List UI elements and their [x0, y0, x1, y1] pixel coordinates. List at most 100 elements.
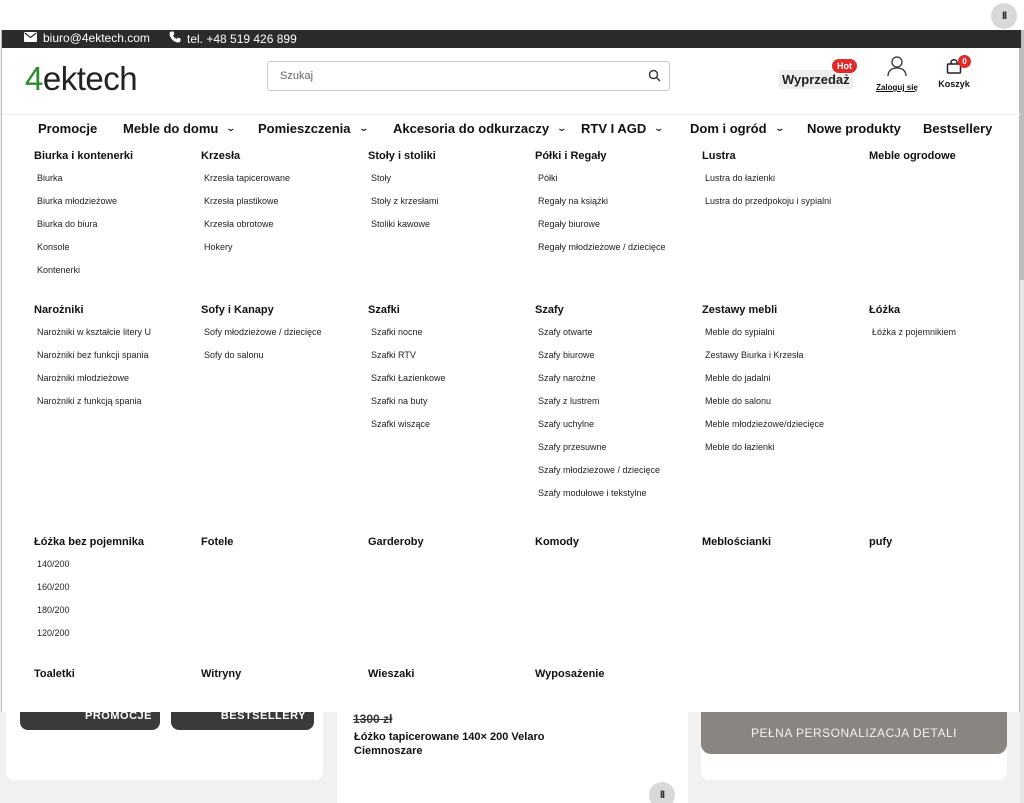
menu-subcategory-link[interactable]: Szafy uchylne	[538, 419, 695, 442]
menu-subcategory-link[interactable]: 180/200	[37, 605, 194, 628]
search-icon[interactable]	[648, 69, 661, 87]
menu-subcategory-link[interactable]: Szafki na buty	[371, 396, 528, 419]
menu-subcategory-list: Meble do sypialni Zestawy Biurka i Krzesł…	[702, 327, 862, 465]
menu-subcategory-link[interactable]: Krzesła obrotowe	[204, 219, 361, 242]
menu-category-heading[interactable]: Sofy i Kanapy	[201, 304, 361, 327]
menu-subcategory-link[interactable]: Lustra do łazienki	[705, 173, 862, 196]
nav-item-pomieszczenia[interactable]: Pomieszczenia ⌄	[258, 121, 369, 136]
menu-subcategory-link[interactable]: Szafy modułowe i tekstylne	[538, 488, 695, 511]
menu-category-heading[interactable]: Łóżka	[869, 304, 1024, 327]
menu-column: Komody	[535, 536, 695, 559]
menu-subcategory-link[interactable]: Regały młodzieżowe / dziecięce	[538, 242, 695, 265]
menu-column: Toaletki	[34, 668, 194, 691]
menu-subcategory-link[interactable]: Szafki wiszące	[371, 419, 528, 442]
nav-item-meble-do-domu[interactable]: Meble do domu ⌄	[123, 121, 236, 136]
menu-column: Wieszaki	[368, 668, 528, 691]
product-name[interactable]: Łóżko tapicerowane 140× 200 Velaro Ciemn…	[354, 730, 614, 758]
menu-subcategory-link[interactable]: Konsole	[37, 242, 194, 265]
menu-category-heading[interactable]: Narożniki	[34, 304, 194, 327]
menu-category-heading[interactable]: Witryny	[201, 668, 361, 691]
menu-column: Witryny	[201, 668, 361, 691]
menu-subcategory-link[interactable]: Regały na książki	[538, 196, 695, 219]
menu-subcategory-link[interactable]: Biurka	[37, 173, 194, 196]
nav-item-rtv-agd[interactable]: RTV I AGD ⌄	[581, 121, 664, 136]
menu-category-heading[interactable]: Garderoby	[368, 536, 528, 559]
menu-category-heading[interactable]: Wieszaki	[368, 668, 528, 691]
menu-category-heading[interactable]: Krzesła	[201, 150, 361, 173]
contact-bar: biuro@4ektech.com tel. +48 519 426 899	[2, 30, 1021, 48]
nav-item-promocje[interactable]: Promocje	[38, 121, 97, 136]
menu-subcategory-link[interactable]: Regały biurowe	[538, 219, 695, 242]
nav-item-akcesoria[interactable]: Akcesoria do odkurzaczy ⌄	[393, 121, 567, 136]
menu-category-heading[interactable]: pufy	[869, 536, 1024, 559]
menu-category-heading[interactable]: Wyposażenie	[535, 668, 695, 691]
menu-subcategory-link[interactable]: Kontenerki	[37, 265, 194, 288]
nav-label: Bestsellery	[923, 121, 993, 136]
site-logo[interactable]: 4ektech	[25, 60, 138, 98]
menu-category-heading[interactable]: Szafki	[368, 304, 528, 327]
menu-subcategory-link[interactable]: 120/200	[37, 628, 194, 651]
search-input[interactable]	[268, 62, 628, 90]
menu-subcategory-link[interactable]: Stoły	[371, 173, 528, 196]
menu-subcategory-link[interactable]: Szafki RTV	[371, 350, 528, 373]
menu-category-heading[interactable]: Stoły i stoliki	[368, 150, 528, 173]
menu-subcategory-list: Biurka Biurka młodzieżowe Biurka do biura K…	[34, 173, 194, 288]
menu-category-heading[interactable]: Toaletki	[34, 668, 194, 691]
menu-category-heading[interactable]: Zestawy mebli	[702, 304, 862, 327]
menu-subcategory-link[interactable]: Biurka młodzieżowe	[37, 196, 194, 219]
menu-subcategory-link[interactable]: Szafy otwarte	[538, 327, 695, 350]
menu-subcategory-link[interactable]: Meble do sypialni	[705, 327, 862, 350]
menu-subcategory-link[interactable]: Hokery	[204, 242, 361, 265]
menu-category-heading[interactable]: Komody	[535, 536, 695, 559]
menu-subcategory-link[interactable]: 140/200	[37, 559, 194, 582]
menu-subcategory-link[interactable]: Lustra do przedpokoju i sypialni	[705, 196, 862, 219]
menu-category-heading[interactable]: Meblościanki	[702, 536, 862, 559]
menu-subcategory-link[interactable]: Zestawy Biurka i Krzesła	[705, 350, 862, 373]
menu-subcategory-link[interactable]: Szafki nocne	[371, 327, 528, 350]
menu-subcategory-link[interactable]: Szafki Łazienkowe	[371, 373, 528, 396]
menu-subcategory-link[interactable]: Sofy do salonu	[204, 350, 361, 373]
menu-subcategory-link[interactable]: Stoły z krzesłami	[371, 196, 528, 219]
menu-subcategory-link[interactable]: Stoliki kawowe	[371, 219, 528, 242]
menu-subcategory-link[interactable]: Meble do łazienki	[705, 442, 862, 465]
menu-subcategory-link[interactable]: Łóżka z pojemnikiem	[872, 327, 1024, 350]
menu-category-heading[interactable]: Meble ogrodowe	[869, 150, 1024, 173]
cart-link[interactable]: 0 Koszyk	[934, 55, 974, 89]
nav-item-dom-ogrod[interactable]: Dom i ogród ⌄	[690, 121, 785, 136]
email-link[interactable]: biuro@4ektech.com	[24, 31, 150, 45]
menu-subcategory-link[interactable]: Meble do salonu	[705, 396, 862, 419]
menu-subcategory-link[interactable]: Półki	[538, 173, 695, 196]
menu-subcategory-link[interactable]: Krzesła plastikowe	[204, 196, 361, 219]
menu-subcategory-link[interactable]: Meble do jadalni	[705, 373, 862, 396]
menu-subcategory-link[interactable]: Narożniki w kształcie litery U	[37, 327, 194, 350]
menu-subcategory-link[interactable]: Narożniki młodzieżowe	[37, 373, 194, 396]
menu-category-heading[interactable]: Półki i Regały	[535, 150, 695, 173]
pause-button[interactable]: II	[991, 3, 1017, 29]
account-link[interactable]: Zaloguj się	[874, 55, 920, 92]
nav-item-bestsellery[interactable]: Bestsellery	[923, 121, 992, 136]
menu-subcategory-link[interactable]: Szafy młodzieżowe / dziecięce	[538, 465, 695, 488]
menu-category-heading[interactable]: Lustra	[702, 150, 862, 173]
menu-subcategory-link[interactable]: Narożniki bez funkcji spania	[37, 350, 194, 373]
menu-subcategory-link[interactable]: Meble młodzieżowe/dziecięce	[705, 419, 862, 442]
menu-subcategory-link[interactable]: Szafy narożne	[538, 373, 695, 396]
menu-column: Narożniki Narożniki w kształcie litery UN…	[34, 304, 194, 419]
menu-subcategory-link[interactable]: Szafy przesuwne	[538, 442, 695, 465]
menu-subcategory-link[interactable]: Biurka do biura	[37, 219, 194, 242]
nav-item-nowe-produkty[interactable]: Nowe produkty	[807, 121, 901, 136]
carousel-pause-button[interactable]: II	[649, 782, 675, 803]
menu-subcategory-link[interactable]: Krzesła tapicerowane	[204, 173, 361, 196]
menu-subcategory-link[interactable]: Narożniki z funkcją spania	[37, 396, 194, 419]
menu-subcategory-link[interactable]: Szafy biurowe	[538, 350, 695, 373]
menu-subcategory-link[interactable]: Sofy młodzieżowe / dziecięce	[204, 327, 361, 350]
menu-column: Zestawy mebli Meble do sypialni Zestawy Bi…	[702, 304, 862, 465]
menu-category-heading[interactable]: Fotele	[201, 536, 361, 559]
menu-category-heading[interactable]: Biurka i kontenerki	[34, 150, 194, 173]
menu-category-heading[interactable]: Łóżka bez pojemnika	[34, 536, 194, 559]
menu-subcategory-link[interactable]: 160/200	[37, 582, 194, 605]
personalization-banner[interactable]: PEŁNA PERSONALIZACJA DETALI	[701, 712, 1007, 754]
menu-category-heading[interactable]: Szafy	[535, 304, 695, 327]
main-navigation: Promocje Meble do domu ⌄ Pomieszczenia ⌄ A…	[2, 114, 1021, 142]
phone-link[interactable]: tel. +48 519 426 899	[169, 31, 297, 46]
menu-subcategory-link[interactable]: Szafy z lustrem	[538, 396, 695, 419]
